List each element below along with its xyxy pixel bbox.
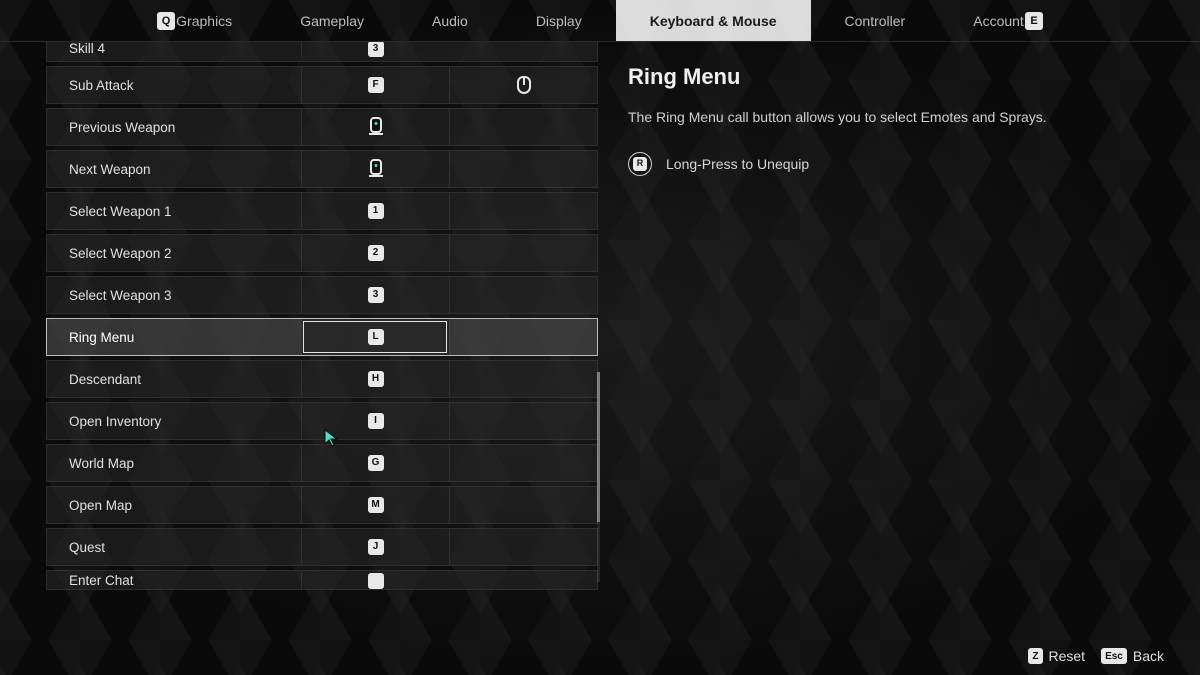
tab-display[interactable]: Display [502,0,616,41]
keybind-secondary-slot[interactable] [449,193,597,229]
keybind-label: Descendant [47,361,301,397]
keybind-primary-slot[interactable]: 3 [301,42,449,57]
keycap-icon: J [368,539,384,555]
keybind-secondary-slot[interactable] [449,403,597,439]
keybind-label: Select Weapon 2 [47,235,301,271]
keybind-label: Open Inventory [47,403,301,439]
keybind-row[interactable]: Quest J [46,528,598,566]
reset-key-icon: Z [1028,648,1042,664]
keybind-row[interactable]: Open Map M [46,486,598,524]
keybind-secondary-slot[interactable] [449,445,597,481]
keybind-row[interactable]: Sub Attack F [46,66,598,104]
keycap-icon [368,573,384,589]
keybind-label: Select Weapon 1 [47,193,301,229]
keybind-row[interactable]: Open Inventory I [46,402,598,440]
keycap-icon: M [368,497,384,513]
mouse-icon [517,76,531,94]
keybind-label: Previous Weapon [47,109,301,145]
unequip-hint: R Long-Press to Unequip [628,152,1164,176]
keybind-row[interactable]: Select Weapon 3 3 [46,276,598,314]
keycap-icon: 2 [368,245,384,261]
keybind-secondary-slot[interactable] [449,571,597,573]
back-button[interactable]: Esc Back [1101,648,1164,664]
keybind-label: Open Map [47,487,301,523]
keybind-primary-slot[interactable] [301,109,449,145]
keybind-primary-slot[interactable]: M [301,487,449,523]
keybind-secondary-slot[interactable] [449,67,597,103]
keybind-secondary-slot[interactable] [449,235,597,271]
detail-description: The Ring Menu call button allows you to … [628,108,1164,128]
keybind-label: Enter Chat [47,571,301,588]
tab-keyboard-mouse[interactable]: Keyboard & Mouse [616,0,811,41]
keybind-primary-slot[interactable]: H [301,361,449,397]
keybind-primary-slot[interactable]: L [301,319,449,355]
keybind-primary-slot[interactable]: G [301,445,449,481]
keybind-primary-slot[interactable]: 3 [301,277,449,313]
tab-audio[interactable]: Audio [398,0,502,41]
keycap-icon: 3 [368,287,384,303]
detail-panel: Ring Menu The Ring Menu call button allo… [600,42,1200,637]
keybind-secondary-slot[interactable] [449,487,597,523]
keybind-primary-slot[interactable] [301,571,449,589]
keycap-icon: L [368,329,384,345]
keybind-row[interactable]: Next Weapon [46,150,598,188]
keybind-secondary-slot[interactable] [449,109,597,145]
keybind-primary-slot[interactable]: 1 [301,193,449,229]
keycap-icon: G [368,455,384,471]
keybind-label: World Map [47,445,301,481]
keybind-primary-slot[interactable]: 2 [301,235,449,271]
scrollbar[interactable] [597,372,600,582]
tab-next-key-icon: E [1025,12,1043,30]
keybind-primary-slot[interactable] [301,151,449,187]
keybind-label: Sub Attack [47,67,301,103]
hint-text: Long-Press to Unequip [666,156,809,172]
reset-button[interactable]: Z Reset [1028,648,1085,664]
keycap-icon: 3 [368,42,384,57]
keybind-label: Skill 4 [47,42,301,56]
detail-title: Ring Menu [628,64,1164,90]
keybind-secondary-slot[interactable] [449,277,597,313]
keybind-row[interactable]: Previous Weapon [46,108,598,146]
mouse-wheel-icon [369,161,383,177]
keybind-row[interactable]: Enter Chat [46,570,598,590]
keybind-primary-slot[interactable]: I [301,403,449,439]
reset-label: Reset [1049,648,1086,664]
keybind-row[interactable]: Ring Menu L [46,318,598,356]
tab-controller[interactable]: Controller [811,0,940,41]
keybind-primary-slot[interactable]: F [301,67,449,103]
keybind-row[interactable]: Select Weapon 1 1 [46,192,598,230]
settings-tabbar: Q GraphicsGameplayAudioDisplayKeyboard &… [0,0,1200,42]
keycap-icon: 1 [368,203,384,219]
keybind-row[interactable]: World Map G [46,444,598,482]
back-label: Back [1133,648,1164,664]
main-content: Skill 4 3 Sub Attack F Previous Weapon Next W… [0,42,1200,637]
scrollbar-thumb[interactable] [597,372,600,522]
keybind-label: Quest [47,529,301,565]
mouse-wheel-icon [369,119,383,135]
keybind-label: Ring Menu [47,319,301,355]
keybind-secondary-slot[interactable] [449,529,597,565]
keybind-secondary-slot[interactable] [449,151,597,187]
keycap-icon: F [368,77,384,93]
keycap-icon: I [368,413,384,429]
keybind-secondary-slot[interactable] [449,319,597,355]
keybind-row[interactable]: Descendant H [46,360,598,398]
footer-bar: Z Reset Esc Back [0,637,1200,675]
keybind-secondary-slot[interactable] [449,361,597,397]
back-key-icon: Esc [1101,648,1127,664]
keycap-icon: H [368,371,384,387]
keybind-primary-slot[interactable]: J [301,529,449,565]
keybind-row[interactable]: Select Weapon 2 2 [46,234,598,272]
tab-gameplay[interactable]: Gameplay [266,0,398,41]
keybind-label: Next Weapon [47,151,301,187]
keybind-label: Select Weapon 3 [47,277,301,313]
keybind-list: Skill 4 3 Sub Attack F Previous Weapon Next W… [0,42,600,637]
hint-key-icon: R [628,152,652,176]
tab-graphics[interactable]: Graphics [142,0,266,41]
keybind-row[interactable]: Skill 4 3 [46,42,598,62]
